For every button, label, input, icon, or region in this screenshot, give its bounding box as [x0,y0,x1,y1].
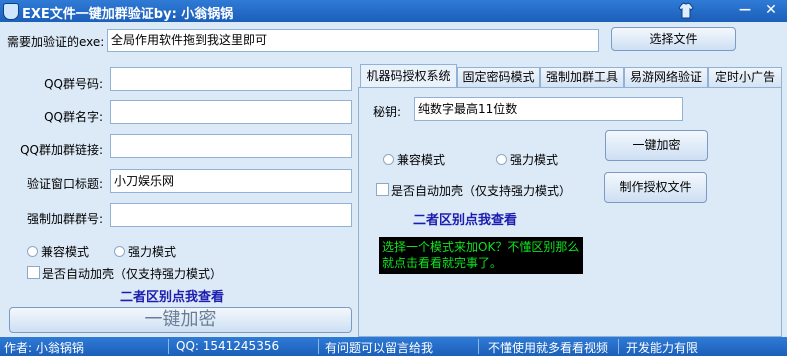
secret-label: 秘钥: [373,105,402,119]
status-author: 作者: 小翁锅锅 [4,341,84,355]
secret-input[interactable]: 纯数字最高11位数 [414,97,683,121]
compat-mode-label: 兼容模式 [41,245,90,259]
select-file-button[interactable]: 选择文件 [611,27,736,51]
right-strong-mode-label: 强力模式 [510,153,559,167]
compat-mode-radio[interactable] [27,246,38,257]
exe-path-input[interactable]: 全局作用软件拖到我这里即可 [107,29,599,52]
tab-fixed-password[interactable]: 固定密码模式 [457,67,540,87]
right-auto-pack-checkbox[interactable] [376,183,389,196]
title-bar[interactable]: EXE文件一键加群验证by: 小翁锅锅 — ✕ [0,0,787,22]
verify-title-input[interactable]: 小刀娱乐网 [110,169,352,193]
status-divider [478,339,479,354]
status-bar: 作者: 小翁锅锅 QQ: 1541245356 有问题可以留言给我 不懂使用就多… [0,337,787,356]
auto-pack-label: 是否自动加壳（仅支持强力模式） [42,267,223,281]
status-dev: 开发能力有限 [626,341,699,355]
right-compat-mode-label: 兼容模式 [397,153,446,167]
tab-force-group-tool[interactable]: 强制加群工具 [540,67,624,87]
tab-timed-ad[interactable]: 定时小广告 [708,67,782,87]
minimize-icon[interactable]: — [736,2,754,19]
right-one-key-encrypt-button[interactable]: 一键加密 [605,130,708,161]
status-qq: QQ: 1541245356 [176,339,280,353]
strong-mode-label: 强力模式 [128,245,177,259]
skin-shirt-icon[interactable] [678,2,694,19]
main-window: EXE文件一键加群验证by: 小翁锅锅 — ✕ 需要加验证的exe: 全局作用软… [0,0,787,356]
right-difference-link[interactable]: 二者区别点我查看 [413,209,517,228]
right-compat-mode-radio[interactable] [383,154,394,165]
qq-name-label: QQ群名字: [44,110,103,124]
status-video: 不懂使用就多看看视频 [488,341,609,355]
qq-number-label: QQ群号码: [44,77,103,91]
qq-name-input[interactable] [110,100,352,124]
exe-label: 需要加验证的exe: [7,35,105,49]
status-message: 有问题可以留言给我 [325,341,434,355]
app-shield-icon [3,3,19,20]
force-group-label: 强制加群群号: [26,212,103,226]
make-license-button[interactable]: 制作授权文件 [604,172,707,203]
qq-link-input[interactable] [110,134,352,158]
right-strong-mode-radio[interactable] [496,154,507,165]
auto-pack-checkbox[interactable] [27,266,40,279]
difference-link[interactable]: 二者区别点我查看 [120,286,224,305]
qq-link-label: QQ群加群链接: [20,143,103,157]
close-icon[interactable]: ✕ [762,2,780,19]
force-group-input[interactable] [110,203,352,227]
status-divider [318,339,319,354]
hint-console: 选择一个模式来加OK？不懂区别那么就点击看看就完事了。 [379,237,583,274]
verify-title-label: 验证窗口标题: [26,177,103,191]
tab-yiyou-verify[interactable]: 易游网络验证 [624,67,708,87]
status-divider [168,339,169,354]
right-auto-pack-label: 是否自动加壳（仅支持强力模式） [391,184,572,198]
qq-number-input[interactable] [110,67,352,91]
window-title: EXE文件一键加群验证by: 小翁锅锅 [22,7,234,22]
one-key-encrypt-button[interactable]: 一键加密 [9,307,352,333]
strong-mode-radio[interactable] [114,246,125,257]
tab-machine-code[interactable]: 机器码授权系统 [360,64,457,88]
status-divider [618,339,619,354]
